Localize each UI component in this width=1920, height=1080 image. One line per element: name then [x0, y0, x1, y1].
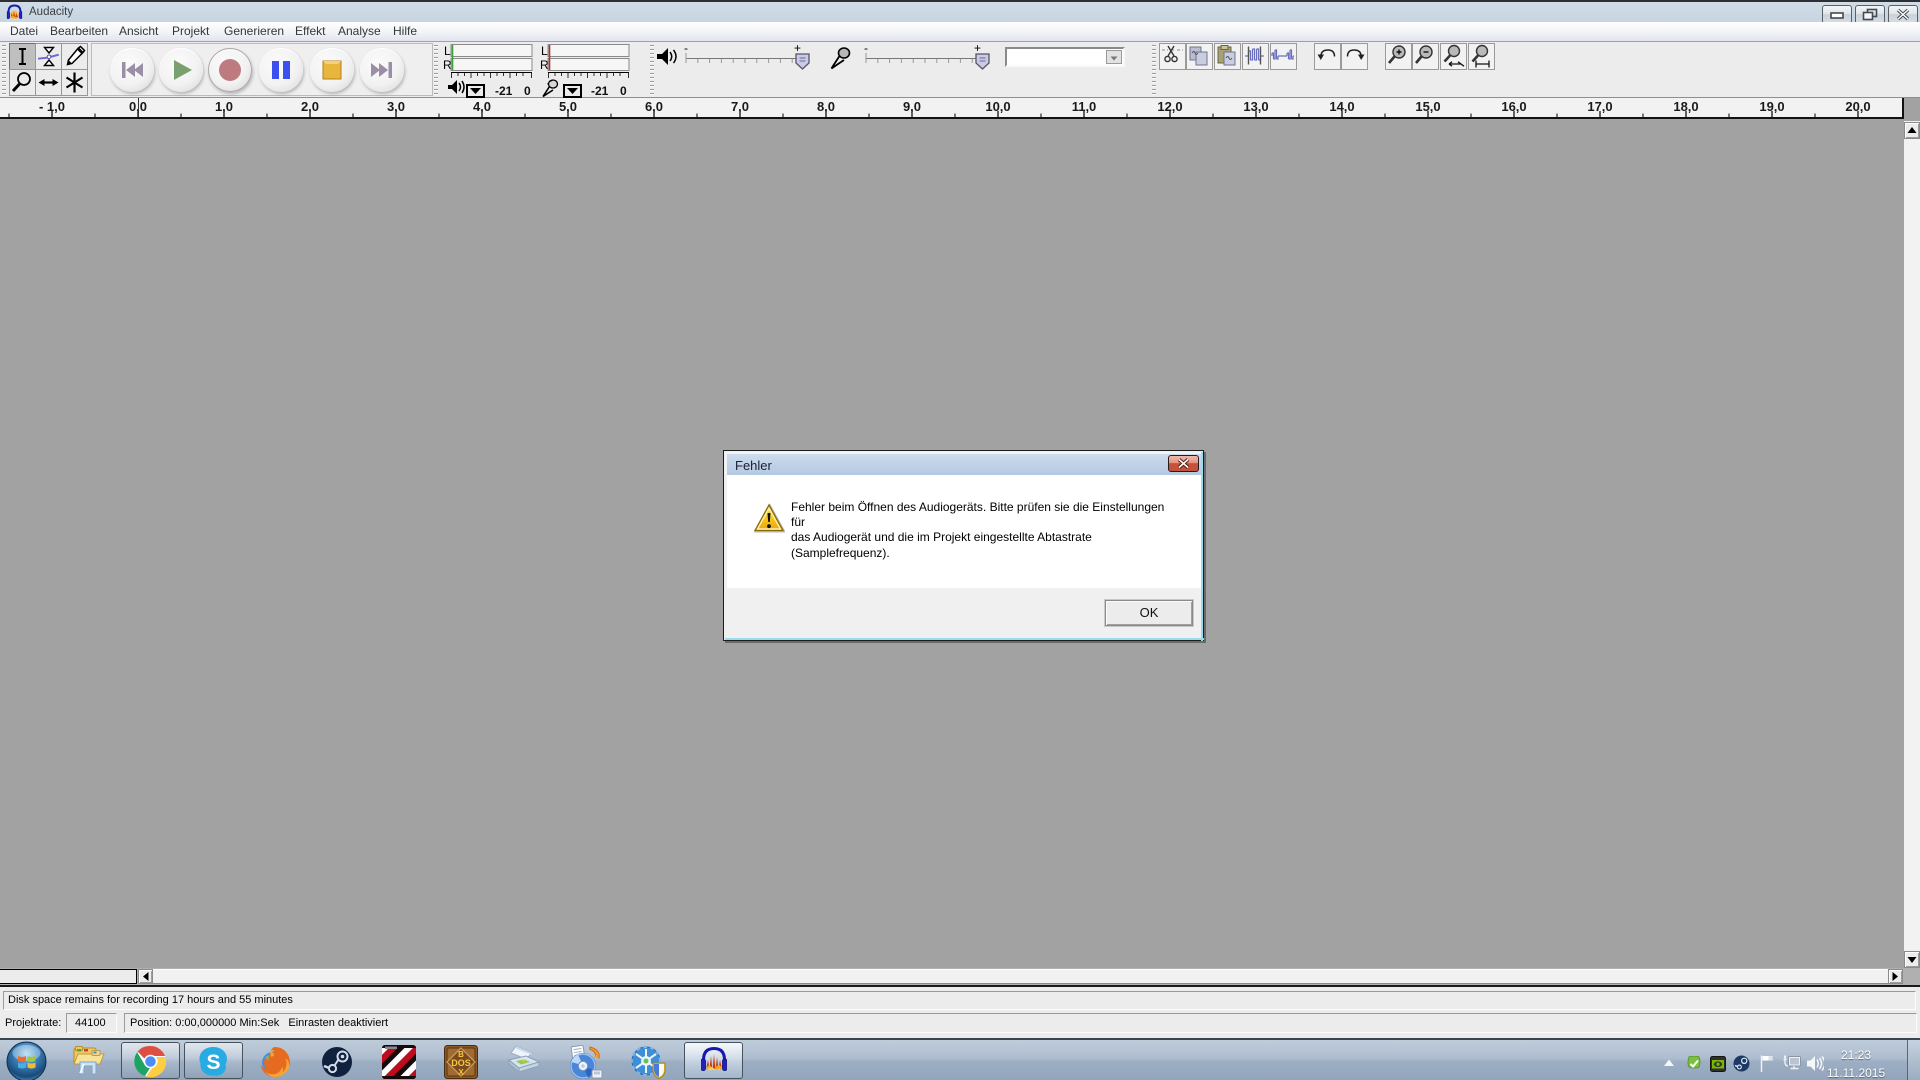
svg-text:9,0: 9,0 — [903, 99, 921, 114]
svg-text:5,0: 5,0 — [559, 99, 577, 114]
svg-text:3,0: 3,0 — [387, 99, 405, 114]
svg-text:0: 0 — [620, 84, 627, 98]
svg-text:-21: -21 — [591, 84, 609, 98]
svg-text:L: L — [541, 44, 548, 58]
svg-text:L: L — [444, 44, 451, 58]
svg-text:DOS: DOS — [451, 1058, 471, 1068]
svg-text:16,0: 16,0 — [1501, 99, 1526, 114]
svg-text:8,0: 8,0 — [817, 99, 835, 114]
svg-text:0: 0 — [524, 84, 531, 98]
svg-text:18,0: 18,0 — [1673, 99, 1698, 114]
svg-text:-21: -21 — [495, 84, 513, 98]
svg-text:X: X — [458, 1068, 464, 1077]
svg-text:7,0: 7,0 — [731, 99, 749, 114]
svg-text:10,0: 10,0 — [985, 99, 1010, 114]
svg-text:19,0: 19,0 — [1759, 99, 1784, 114]
svg-text:13,0: 13,0 — [1243, 99, 1268, 114]
svg-text:11,0: 11,0 — [1072, 99, 1097, 114]
svg-text:17,0: 17,0 — [1587, 99, 1612, 114]
svg-text:6,0: 6,0 — [645, 99, 663, 114]
svg-text:14,0: 14,0 — [1329, 99, 1354, 114]
svg-text:4,0: 4,0 — [473, 99, 491, 114]
svg-text:- 1,0: - 1,0 — [39, 99, 65, 114]
svg-text:15,0: 15,0 — [1415, 99, 1440, 114]
svg-text:1,0: 1,0 — [215, 99, 233, 114]
svg-text:+: + — [794, 42, 801, 55]
svg-text:+: + — [974, 42, 981, 55]
svg-text:S: S — [206, 1051, 220, 1074]
svg-text:2,0: 2,0 — [301, 99, 319, 114]
svg-text:20,0: 20,0 — [1845, 99, 1870, 114]
svg-text:12,0: 12,0 — [1157, 99, 1182, 114]
